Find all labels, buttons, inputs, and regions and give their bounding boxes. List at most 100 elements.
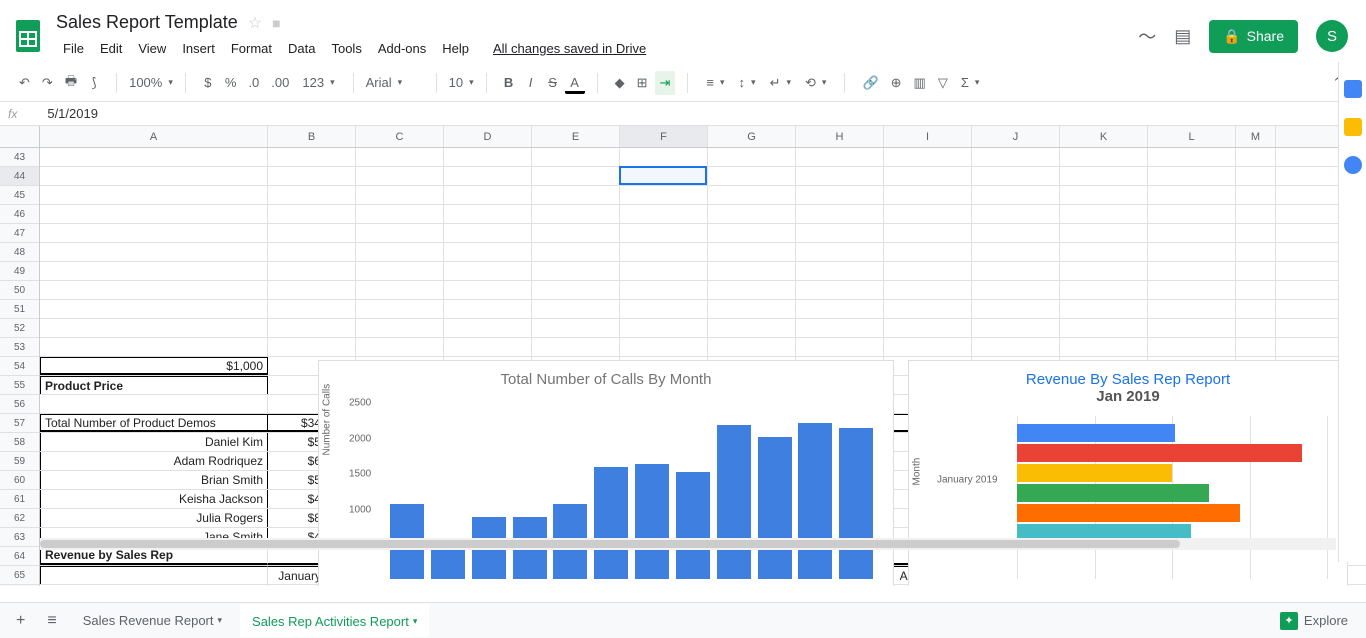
strike-icon[interactable]: S	[543, 71, 563, 94]
link-icon[interactable]: 🔗	[857, 71, 883, 95]
bold-icon[interactable]: B	[499, 71, 519, 94]
cell[interactable]	[40, 300, 268, 318]
functions-icon[interactable]: Σ	[955, 73, 986, 92]
cell[interactable]	[620, 243, 708, 261]
cell[interactable]	[972, 205, 1060, 223]
cell[interactable]	[796, 319, 884, 337]
filter-icon[interactable]: ▽	[933, 71, 953, 95]
cell[interactable]	[708, 186, 796, 204]
cell[interactable]	[444, 281, 532, 299]
cell[interactable]	[884, 281, 972, 299]
zoom-select[interactable]: 100%	[123, 73, 179, 92]
cell[interactable]	[1236, 319, 1276, 337]
cell[interactable]	[972, 338, 1060, 356]
col-header[interactable]: I	[884, 126, 972, 147]
row-header[interactable]: 48	[0, 243, 39, 262]
cell[interactable]	[40, 585, 268, 586]
cell[interactable]	[532, 281, 620, 299]
cell[interactable]	[444, 319, 532, 337]
cell[interactable]	[1148, 281, 1236, 299]
valign-icon[interactable]: ↕	[733, 73, 762, 92]
cell[interactable]	[532, 186, 620, 204]
cell[interactable]	[268, 338, 356, 356]
cell[interactable]	[620, 319, 708, 337]
cell[interactable]: Daniel Kim	[40, 433, 268, 451]
cell[interactable]	[532, 262, 620, 280]
cell[interactable]	[40, 262, 268, 280]
cell[interactable]	[708, 205, 796, 223]
row-header[interactable]: 50	[0, 281, 39, 300]
tasks-icon[interactable]	[1344, 156, 1362, 174]
cell[interactable]	[1148, 186, 1236, 204]
cell[interactable]	[444, 300, 532, 318]
cell[interactable]	[1060, 167, 1148, 185]
cell[interactable]	[268, 300, 356, 318]
cell[interactable]	[268, 167, 356, 185]
row-header[interactable]: 52	[0, 319, 39, 338]
col-header[interactable]: K	[1060, 126, 1148, 147]
cell[interactable]	[620, 167, 708, 185]
col-header[interactable]: E	[532, 126, 620, 147]
cell[interactable]	[40, 224, 268, 242]
cell[interactable]	[444, 148, 532, 166]
menu-file[interactable]: File	[56, 37, 91, 60]
cell[interactable]	[1236, 300, 1276, 318]
cell[interactable]	[972, 262, 1060, 280]
cell[interactable]	[532, 224, 620, 242]
menu-format[interactable]: Format	[224, 37, 279, 60]
add-sheet-icon[interactable]: +	[8, 606, 33, 636]
tab-activities-report[interactable]: Sales Rep Activities Report	[240, 604, 429, 637]
menu-view[interactable]: View	[131, 37, 173, 60]
redo-icon[interactable]: ↷	[37, 71, 58, 95]
cell[interactable]	[796, 167, 884, 185]
menu-help[interactable]: Help	[435, 37, 476, 60]
cell[interactable]	[972, 281, 1060, 299]
row-header[interactable]: 44	[0, 167, 39, 186]
cell[interactable]	[1148, 319, 1236, 337]
col-header[interactable]: A	[40, 126, 268, 147]
row-header[interactable]: 60	[0, 471, 39, 490]
cell[interactable]	[532, 167, 620, 185]
save-status[interactable]: All changes saved in Drive	[486, 37, 653, 60]
cell[interactable]	[1060, 300, 1148, 318]
all-sheets-icon[interactable]: ≡	[39, 606, 64, 636]
row-header[interactable]: 55	[0, 376, 39, 395]
rotate-icon[interactable]: ⟲	[799, 73, 832, 93]
row-header[interactable]: 59	[0, 452, 39, 471]
col-header[interactable]: H	[796, 126, 884, 147]
cell[interactable]	[1148, 243, 1236, 261]
cell[interactable]	[972, 319, 1060, 337]
row-header[interactable]: 57	[0, 414, 39, 433]
cell[interactable]	[1148, 224, 1236, 242]
cell[interactable]	[444, 205, 532, 223]
select-all-corner[interactable]	[0, 126, 40, 147]
avatar[interactable]: S	[1316, 20, 1348, 52]
formula-bar[interactable]: fx 5/1/2019	[0, 102, 1366, 126]
cell[interactable]	[444, 186, 532, 204]
chart-revenue[interactable]: Revenue By Sales Rep Report Jan 2019 Mon…	[908, 360, 1348, 586]
cell[interactable]	[356, 338, 444, 356]
print-icon[interactable]: 🖶	[60, 68, 82, 98]
cell[interactable]	[708, 224, 796, 242]
cell[interactable]	[532, 243, 620, 261]
cell[interactable]	[620, 262, 708, 280]
cell[interactable]	[268, 319, 356, 337]
chart-calls[interactable]: Total Number of Calls By Month Number of…	[318, 360, 894, 586]
h-scrollbar[interactable]	[40, 538, 1336, 550]
wrap-icon[interactable]: ↵	[764, 73, 797, 93]
cell[interactable]	[532, 319, 620, 337]
row-header[interactable]: 49	[0, 262, 39, 281]
cell[interactable]	[1060, 338, 1148, 356]
cell[interactable]: Keisha Jackson	[40, 490, 268, 508]
cell[interactable]	[356, 300, 444, 318]
cell[interactable]: Adam Rodriquez	[40, 452, 268, 470]
comment-insert-icon[interactable]: ⊕	[886, 71, 907, 95]
star-icon[interactable]: ☆	[248, 13, 262, 33]
keep-icon[interactable]	[1344, 118, 1362, 136]
cell[interactable]	[1236, 243, 1276, 261]
explore-button[interactable]: ✦Explore	[1270, 606, 1358, 636]
cell[interactable]	[40, 148, 268, 166]
borders-icon[interactable]: ⊞	[632, 71, 653, 95]
row-header[interactable]: 61	[0, 490, 39, 509]
cell[interactable]	[356, 224, 444, 242]
